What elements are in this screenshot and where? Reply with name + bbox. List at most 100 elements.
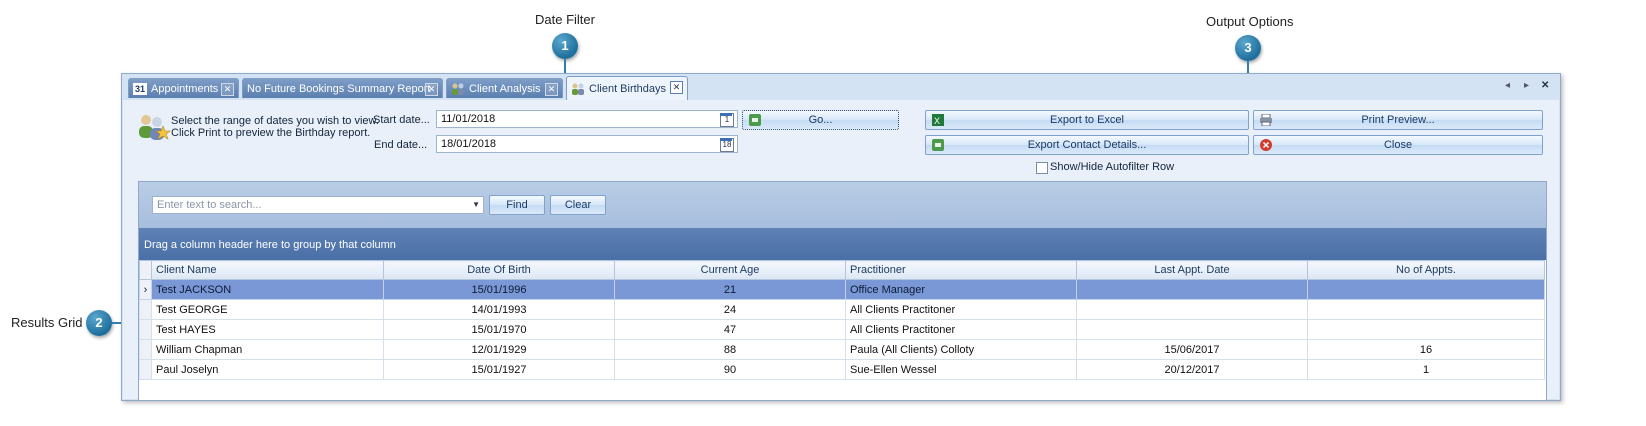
row-indicator <box>139 339 152 360</box>
printer-icon <box>1260 113 1272 127</box>
search-bar: Enter text to search... ▼ Find Clear <box>139 182 1546 228</box>
close-all-tabs-icon[interactable]: ✕ <box>1541 80 1549 91</box>
cell-client-name: Test HAYES <box>151 319 384 340</box>
cell-last-appt-date <box>1076 299 1308 320</box>
autofilter-checkbox[interactable] <box>1036 162 1048 174</box>
calendar-icon[interactable]: 1 <box>720 113 734 127</box>
birthday-people-icon <box>137 112 171 142</box>
calendar-icon[interactable]: 18 <box>720 138 734 152</box>
table-row[interactable]: › Test JACKSON 15/01/1996 21 Office Mana… <box>139 279 1545 300</box>
cell-current-age: 47 <box>614 319 846 340</box>
cell-no-of-appts <box>1307 279 1545 300</box>
callout-output-options-label: Output Options <box>1206 14 1294 29</box>
cell-no-of-appts: 16 <box>1307 339 1545 360</box>
column-header-client-name[interactable]: Client Name <box>151 260 384 280</box>
print-preview-label: Print Preview... <box>1361 114 1435 126</box>
cell-last-appt-date: 20/12/2017 <box>1076 359 1308 380</box>
tab-client-analysis[interactable]: Client Analysis ✕ <box>446 78 563 98</box>
group-by-panel[interactable]: Drag a column header here to group by th… <box>139 228 1546 260</box>
people-icon <box>451 83 465 95</box>
table-row[interactable]: Paul Joselyn 15/01/1927 90 Sue-Ellen Wes… <box>139 359 1545 380</box>
cell-date-of-birth: 15/01/1927 <box>383 359 615 380</box>
table-row[interactable]: Test HAYES 15/01/1970 47 All Clients Pra… <box>139 319 1545 340</box>
autofilter-label: Show/Hide Autofilter Row <box>1050 161 1175 173</box>
table-row[interactable]: Test GEORGE 14/01/1993 24 All Clients Pr… <box>139 299 1545 320</box>
export-contact-label: Export Contact Details... <box>1027 139 1147 151</box>
tab-label: No Future Bookings Summary Report <box>247 82 431 95</box>
end-date-input[interactable]: 18/01/2018 18 <box>436 135 738 153</box>
excel-icon: X <box>932 114 944 126</box>
cell-no-of-appts <box>1307 319 1545 340</box>
group-by-hint: Drag a column header here to group by th… <box>144 239 396 251</box>
column-header-practitioner[interactable]: Practitioner <box>845 260 1077 280</box>
tab-no-future-bookings[interactable]: No Future Bookings Summary Report ✕ <box>242 78 443 98</box>
row-indicator <box>139 299 152 320</box>
go-button-label: Go... <box>808 114 833 126</box>
header-row: Client Name Date Of Birth Current Age Pr… <box>139 260 1545 280</box>
svg-text:X: X <box>934 116 940 126</box>
close-button[interactable]: Close <box>1253 135 1543 155</box>
go-icon <box>749 114 761 126</box>
clear-button[interactable]: Clear <box>550 195 606 215</box>
cell-last-appt-date <box>1076 279 1308 300</box>
table-row[interactable]: William Chapman 12/01/1929 88 Paula (All… <box>139 339 1545 360</box>
end-date-label: End date... <box>374 139 428 151</box>
callout-badge-2: 2 <box>86 310 112 336</box>
end-date-value: 18/01/2018 <box>441 138 497 150</box>
birthday-panel: Select the range of dates you wish to vi… <box>123 100 1559 401</box>
cell-current-age: 88 <box>614 339 846 360</box>
cell-current-age: 21 <box>614 279 846 300</box>
cell-practitioner: Paula (All Clients) Colloty <box>845 339 1077 360</box>
cell-practitioner: Office Manager <box>845 279 1077 300</box>
results-table: Client Name Date Of Birth Current Age Pr… <box>139 260 1545 380</box>
results-grid: Enter text to search... ▼ Find Clear Dra… <box>138 181 1547 401</box>
cell-date-of-birth: 15/01/1970 <box>383 319 615 340</box>
tab-client-birthdays[interactable]: Client Birthdays ✕ <box>566 76 688 100</box>
find-button[interactable]: Find <box>489 195 545 215</box>
column-header-current-age[interactable]: Current Age <box>614 260 846 280</box>
cell-date-of-birth: 15/01/1996 <box>383 279 615 300</box>
cell-practitioner: All Clients Practitoner <box>845 299 1077 320</box>
row-indicator <box>139 359 152 380</box>
search-input[interactable]: Enter text to search... ▼ <box>152 196 484 214</box>
column-header-date-of-birth[interactable]: Date Of Birth <box>383 260 615 280</box>
export-icon <box>932 139 944 151</box>
close-icon[interactable]: ✕ <box>221 83 234 96</box>
export-excel-button[interactable]: X Export to Excel <box>925 110 1249 130</box>
cell-client-name: Test GEORGE <box>151 299 384 320</box>
export-contact-button[interactable]: Export Contact Details... <box>925 135 1249 155</box>
start-date-value: 11/01/2018 <box>441 113 496 125</box>
find-button-label: Find <box>506 199 528 211</box>
cell-client-name: Test JACKSON <box>151 279 384 300</box>
close-icon[interactable]: ✕ <box>545 83 558 96</box>
tab-strip: 31 Appointments ✕ No Future Bookings Sum… <box>122 74 1560 100</box>
calendar-31-icon: 31 <box>133 82 147 95</box>
callout-badge-3: 3 <box>1235 35 1261 61</box>
tab-next-icon[interactable]: ▸ <box>1524 80 1529 91</box>
search-placeholder: Enter text to search... <box>157 199 262 211</box>
tab-appointments[interactable]: 31 Appointments ✕ <box>128 78 239 98</box>
instructions-text: Select the range of dates you wish to vi… <box>171 115 379 139</box>
cell-no-of-appts: 1 <box>1307 359 1545 380</box>
close-red-icon <box>1260 139 1272 151</box>
cell-last-appt-date <box>1076 319 1308 340</box>
chevron-down-icon[interactable]: ▼ <box>472 200 480 209</box>
tab-prev-icon[interactable]: ◂ <box>1505 80 1510 91</box>
start-date-label: Start date... <box>373 114 430 126</box>
print-preview-button[interactable]: Print Preview... <box>1253 110 1543 130</box>
cell-client-name: Paul Joselyn <box>151 359 384 380</box>
cell-practitioner: All Clients Practitoner <box>845 319 1077 340</box>
close-icon[interactable]: ✕ <box>670 81 683 94</box>
start-date-input[interactable]: 11/01/2018 1 <box>436 110 738 128</box>
cell-last-appt-date: 15/06/2017 <box>1076 339 1308 360</box>
cell-date-of-birth: 14/01/1993 <box>383 299 615 320</box>
close-icon[interactable]: ✕ <box>425 83 438 96</box>
go-button[interactable]: Go... <box>742 110 899 130</box>
row-indicator: › <box>139 279 152 300</box>
clear-button-label: Clear <box>564 199 592 211</box>
column-header-no-of-appts[interactable]: No of Appts. <box>1307 260 1545 280</box>
tab-label: Appointments <box>151 82 219 95</box>
people-icon <box>571 83 585 95</box>
column-header-last-appt-date[interactable]: Last Appt. Date <box>1076 260 1308 280</box>
cell-current-age: 24 <box>614 299 846 320</box>
